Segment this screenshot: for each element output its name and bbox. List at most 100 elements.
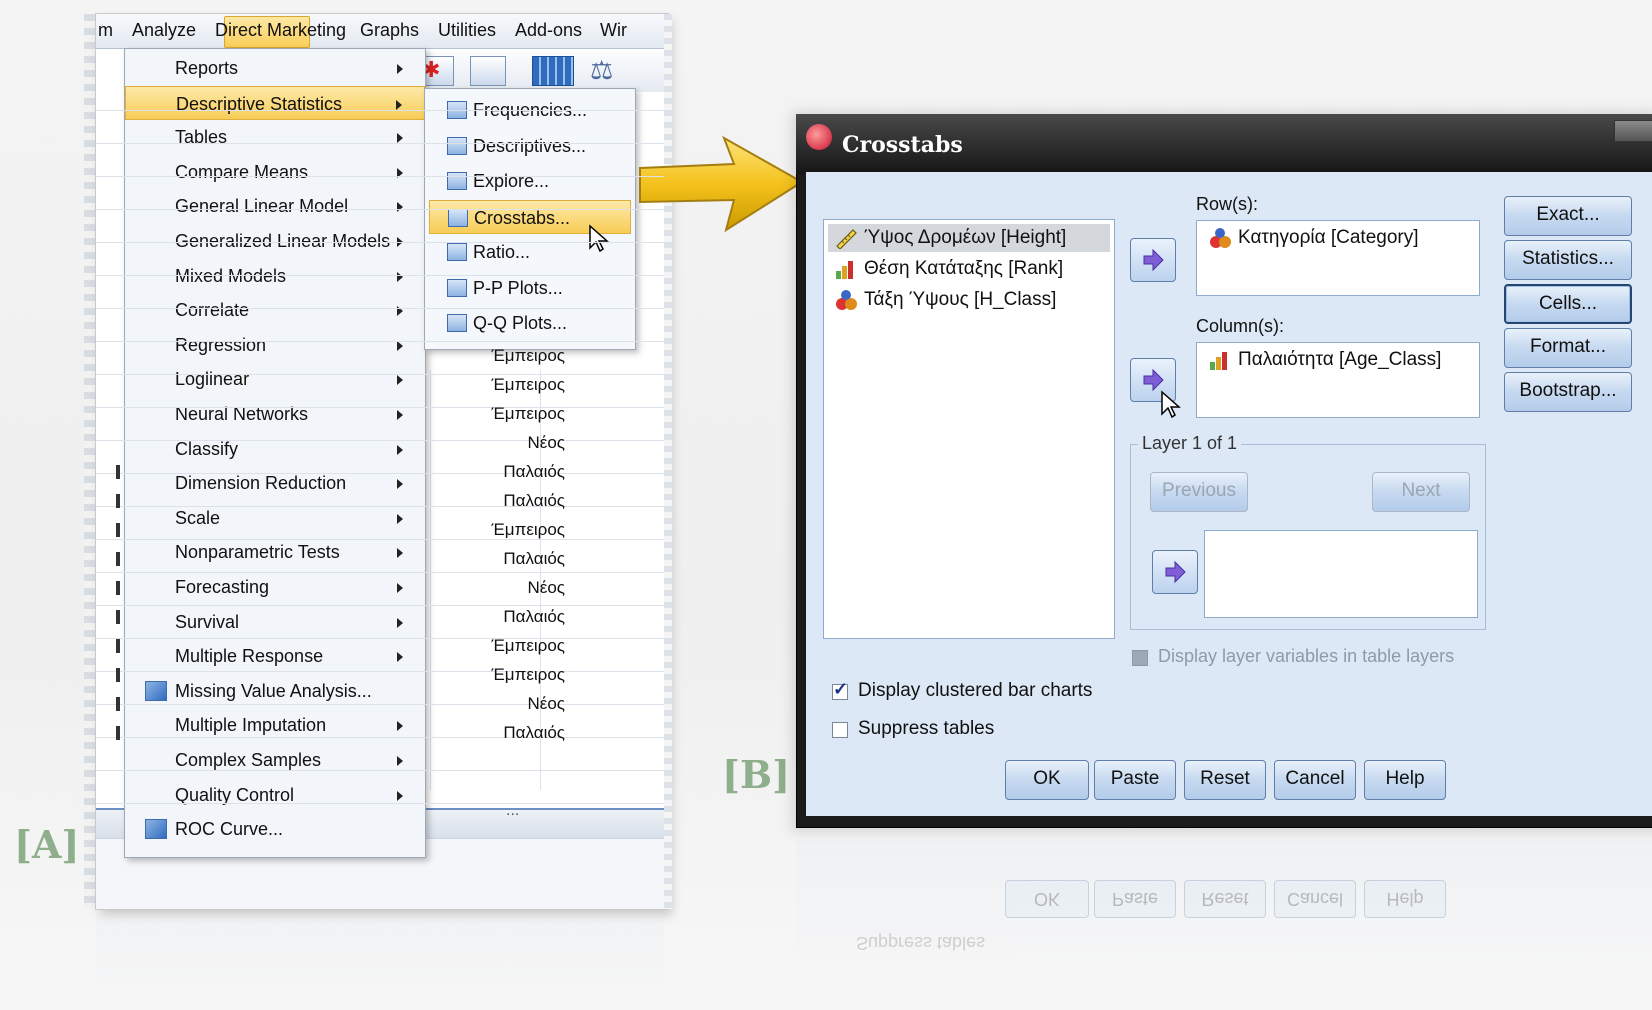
menu-item-tables[interactable]: Tables [125, 120, 425, 154]
menu-item-forecasting[interactable]: Forecasting [125, 570, 425, 604]
clustered-bar-checkbox[interactable]: ✓ [832, 679, 848, 700]
descriptive-statistics-submenu: Frequencies... Descriptives... Explore... C… [424, 88, 636, 350]
menu-item-quality-control[interactable]: Quality Control [125, 778, 425, 812]
format-button[interactable]: Format... [1504, 328, 1632, 368]
menu-item-descriptive-statistics[interactable]: Descriptive Statistics [125, 85, 425, 120]
suppress-tables-checkbox[interactable] [832, 722, 848, 738]
previous-button[interactable]: Previous [1150, 472, 1248, 512]
data-cell[interactable]: Παλαιός [455, 549, 565, 569]
grid-column-divider [430, 370, 431, 790]
data-cell[interactable]: Νέος [455, 578, 565, 598]
label-a: [A] [14, 822, 80, 867]
data-cell[interactable]: Έμπειρος [455, 665, 565, 685]
menu-direct-marketing[interactable]: Direct Marketing [215, 20, 346, 41]
cells-button[interactable]: Cells... [1504, 284, 1632, 324]
menu-item-multiple-response[interactable]: Multiple Response [125, 639, 425, 673]
submenu-arrow-icon [397, 583, 403, 593]
display-layer-label: Display layer variables in table layers [1158, 646, 1455, 666]
menu-item-survival[interactable]: Survival [125, 605, 425, 639]
data-cell[interactable]: Έμπειρος [455, 404, 565, 424]
grid-row-line [96, 374, 664, 375]
row-number-fragment [116, 726, 120, 740]
data-cell[interactable]: Έμπειρος [455, 346, 565, 366]
menu-graphs[interactable]: Graphs [360, 20, 419, 41]
submenu-item-explore[interactable]: Explore... [429, 164, 631, 198]
help-button[interactable]: Help [1364, 760, 1446, 800]
data-cell[interactable]: Έμπειρος [455, 520, 565, 540]
data-cell[interactable]: Νέος [455, 694, 565, 714]
row-variable-item[interactable]: Κατηγορία [Category] [1202, 224, 1472, 252]
grid-row-line [96, 308, 664, 309]
menu-item-regression[interactable]: Regression [125, 328, 425, 362]
menu-item-label: Missing Value Analysis... [175, 680, 372, 701]
menu-item-general-linear-model[interactable]: General Linear Model [125, 189, 425, 223]
exact-button[interactable]: Exact... [1504, 196, 1632, 236]
submenu-item-label: Q-Q Plots... [473, 313, 568, 333]
menu-item-reports[interactable]: Reports [125, 51, 425, 85]
menu-analyze[interactable]: Analyze [132, 20, 196, 41]
menu-item-complex-samples[interactable]: Complex Samples [125, 743, 425, 777]
insert-variable-icon[interactable] [470, 56, 506, 86]
data-cell[interactable]: Έμπειρος [455, 375, 565, 395]
row-number-fragment [116, 639, 120, 653]
statistics-button[interactable]: Statistics... [1504, 240, 1632, 280]
nominal-variable-icon [834, 289, 858, 311]
menu-item-nonparametric-tests[interactable]: Nonparametric Tests [125, 535, 425, 569]
data-cell[interactable]: Παλαιός [455, 723, 565, 743]
submenu-arrow-icon [397, 133, 403, 144]
submenu-item-label: Explore... [473, 171, 550, 191]
source-variable-item[interactable]: Ύψος Δρομέων [Height] [828, 224, 1110, 252]
missing-value-icon [145, 680, 167, 701]
menu-item-compare-means[interactable]: Compare Means [125, 155, 425, 189]
dialog-title: Crosstabs [842, 132, 963, 158]
menu-item-loglinear[interactable]: Loglinear [125, 362, 425, 396]
bootstrap-button[interactable]: Bootstrap... [1504, 372, 1632, 412]
splitter-dots[interactable]: ... [506, 802, 519, 820]
submenu-arrow-icon [397, 617, 403, 628]
cancel-button[interactable]: Cancel [1274, 760, 1356, 800]
menu-item-neural-networks[interactable]: Neural Networks [125, 397, 425, 431]
grid-row-line [96, 770, 664, 771]
grid-row-line [96, 638, 664, 639]
reset-button[interactable]: Reset [1184, 760, 1266, 800]
menu-add-ons[interactable]: Add-ons [515, 20, 582, 41]
reflected-paste-button: Paste [1094, 880, 1176, 918]
ok-button[interactable]: OK [1005, 760, 1089, 800]
source-variable-item[interactable]: Θέση Κατάταξης [Rank] [828, 255, 1110, 283]
next-button[interactable]: Next [1372, 472, 1470, 512]
descriptives-icon [447, 136, 467, 155]
menu-m[interactable]: m [98, 20, 113, 41]
source-variable-item[interactable]: Τάξη Ύψους [H_Class] [828, 286, 1110, 314]
panel-a-reflection [96, 915, 664, 1010]
menu-item-dimension-reduction[interactable]: Dimension Reduction [125, 466, 425, 500]
layer-list[interactable] [1204, 530, 1478, 618]
menu-wir[interactable]: Wir [600, 20, 627, 41]
data-cell[interactable]: Παλαιός [455, 462, 565, 482]
split-file-icon[interactable] [532, 56, 574, 86]
data-cell[interactable]: Έμπειρος [455, 636, 565, 656]
scale-variable-icon [834, 227, 858, 250]
submenu-item-descriptives[interactable]: Descriptives... [429, 129, 631, 163]
menu-item-generalized-linear-models[interactable]: Generalized Linear Models [125, 224, 425, 258]
data-cell[interactable]: Παλαιός [455, 491, 565, 511]
variable-label: Κατηγορία [Category] [1238, 227, 1419, 248]
menu-item-classify[interactable]: Classify [125, 432, 425, 466]
display-layer-checkbox[interactable] [1132, 650, 1148, 666]
grid-row-line [96, 440, 664, 441]
paste-button[interactable]: Paste [1094, 760, 1176, 800]
data-cell[interactable]: Παλαιός [455, 607, 565, 627]
grid-row-line [96, 605, 664, 606]
weight-cases-icon[interactable]: ⚖ [590, 56, 624, 84]
menu-item-correlate[interactable]: Correlate [125, 293, 425, 327]
move-to-rows-button[interactable] [1130, 238, 1176, 282]
mouse-cursor-icon [589, 224, 609, 253]
menu-item-roc-curve[interactable]: ROC Curve... [125, 812, 425, 846]
menu-utilities[interactable]: Utilities [438, 20, 496, 41]
close-icon[interactable] [1614, 120, 1652, 142]
column-variable-item[interactable]: Παλαιότητα [Age_Class] [1202, 346, 1472, 374]
data-cell[interactable]: Νέος [455, 433, 565, 453]
reflected-reset-button: Reset [1184, 880, 1266, 918]
submenu-item-q-q-plots[interactable]: Q-Q Plots... [429, 306, 631, 340]
menu-item-missing-value-analysis[interactable]: Missing Value Analysis... [125, 674, 425, 708]
menu-item-label: ROC Curve... [175, 819, 284, 840]
